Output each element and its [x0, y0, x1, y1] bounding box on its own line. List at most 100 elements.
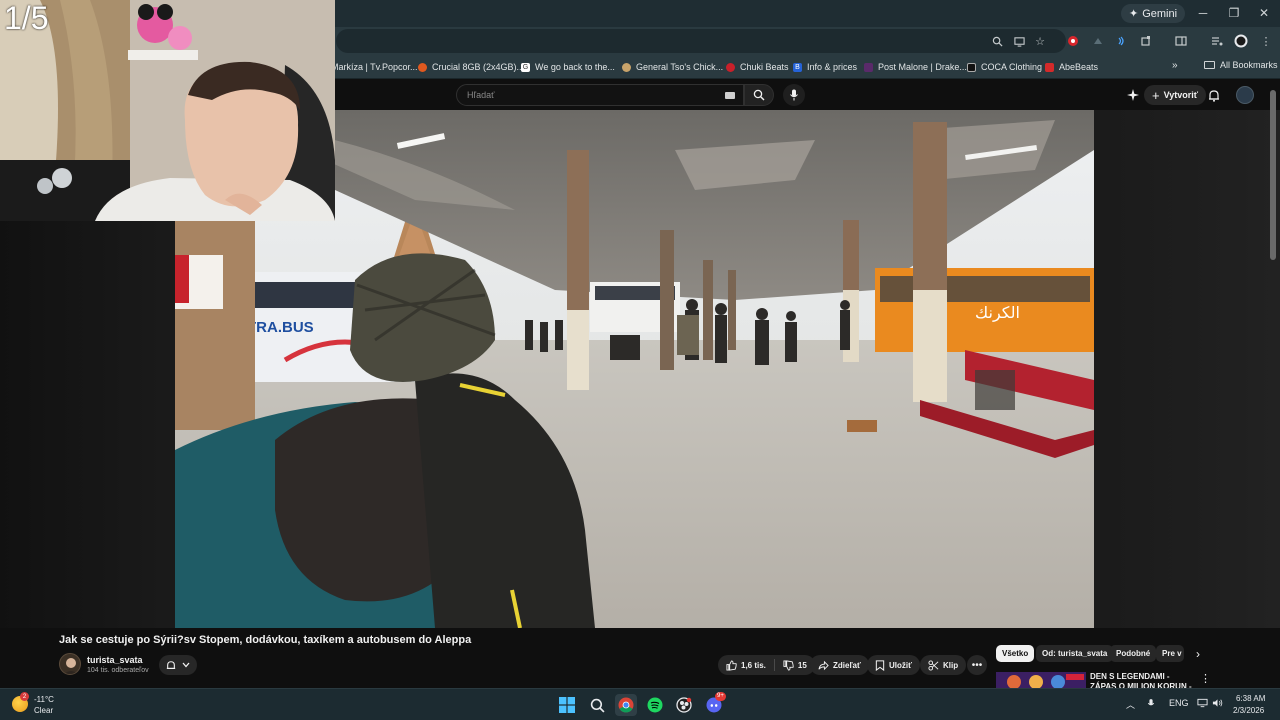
channel-avatar[interactable] — [59, 653, 81, 675]
language-indicator[interactable]: ENG — [1169, 698, 1189, 708]
search-button[interactable] — [744, 84, 774, 106]
clip-button[interactable]: Klip — [920, 655, 967, 675]
thumbs-up-icon — [726, 659, 737, 671]
webcam-overlay — [0, 0, 335, 221]
clip-label: Klip — [943, 660, 959, 670]
favicon-icon — [418, 62, 427, 72]
gemini-button[interactable]: ✦ Gemini — [1121, 4, 1186, 23]
favicon-icon — [726, 62, 735, 72]
tray-overflow-icon[interactable]: ︿ — [1126, 698, 1135, 711]
chevron-right-icon[interactable]: › — [1190, 646, 1206, 662]
restore-icon[interactable]: ❐ — [1224, 4, 1244, 22]
favicon-icon — [864, 62, 873, 72]
webcam-feed — [0, 0, 335, 221]
zoom-icon[interactable] — [990, 34, 1004, 48]
chevron-down-icon — [182, 662, 190, 668]
windows-start-icon[interactable] — [556, 694, 578, 716]
more-bookmarks-icon[interactable]: » — [1172, 60, 1178, 71]
close-icon[interactable]: ✕ — [1254, 4, 1274, 22]
save-button[interactable]: Uložiť — [867, 655, 920, 675]
keyboard-icon[interactable] — [725, 92, 735, 99]
install-app-icon[interactable] — [1012, 34, 1026, 48]
chrome-app-icon[interactable] — [615, 694, 637, 716]
all-bookmarks-label: All Bookmarks — [1220, 60, 1278, 70]
like-dislike-group: 1,6 tis. 15 — [718, 655, 815, 675]
subscriber-count: 104 tis. odberateľov — [87, 667, 149, 674]
bookmark-item[interactable]: AbeBeats — [1045, 60, 1098, 74]
star-bookmark-icon[interactable]: ☆ — [1033, 34, 1047, 48]
chip-all[interactable]: Všetko — [996, 645, 1035, 662]
favicon-icon: B — [793, 62, 802, 72]
extension-icon[interactable] — [1091, 34, 1105, 48]
bookmark-item[interactable]: Post Malone | Drake... — [864, 60, 967, 74]
account-avatar[interactable] — [1236, 86, 1254, 104]
microphone-icon — [790, 89, 798, 101]
recommended-thumbnail[interactable] — [996, 672, 1086, 688]
media-controls-icon[interactable] — [1210, 34, 1224, 48]
thumbs-down-icon — [783, 659, 794, 671]
gemini-label: Gemini — [1142, 7, 1178, 20]
bookmark-item[interactable]: General Tso's Chick... — [622, 60, 723, 74]
chip-for-you[interactable]: Pre v — [1156, 645, 1184, 662]
page-scrollbar[interactable] — [1270, 90, 1276, 260]
bookmark-item[interactable]: COCA Clothing — [967, 60, 1042, 74]
tray-mic-icon[interactable] — [1147, 698, 1155, 711]
bookmark-item[interactable]: Chuki Beats — [726, 60, 789, 74]
clock-date[interactable]: 2/3/2026 — [1233, 706, 1264, 715]
chip-from-channel[interactable]: Od: turista_svata — [1036, 645, 1114, 662]
volume-icon[interactable] — [1212, 698, 1223, 710]
recommended-title[interactable]: DEN S LEGENDAMI - ZÁPAS O MILION KORUN -… — [1090, 672, 1195, 688]
google-icon: G — [521, 62, 530, 72]
profile-avatar-icon[interactable] — [1234, 34, 1248, 48]
obs-app-icon[interactable] — [673, 694, 695, 716]
plus-icon: + — [1152, 87, 1160, 103]
dislike-button[interactable]: 15 — [775, 655, 815, 675]
bookmark-item[interactable]: Markíza | Tv.Popcor... — [331, 60, 418, 74]
bookmark-label: Crucial 8GB (2x4GB)... — [432, 62, 525, 72]
subscribed-notifications-button[interactable] — [159, 655, 197, 675]
left-bus-text: TRA.BUS — [247, 319, 314, 336]
search-placeholder: Hľadať — [467, 90, 495, 100]
windows-taskbar: 2 -11°C Clear 9+ ︿ ENG 6:38 AM 2/3/2026 — [0, 688, 1280, 720]
save-label: Uložiť — [889, 660, 912, 670]
voice-search-button[interactable] — [783, 84, 805, 106]
more-actions-icon[interactable]: ••• — [967, 655, 987, 675]
chrome-menu-icon[interactable]: ⋮ — [1259, 34, 1273, 48]
clock-time[interactable]: 6:38 AM — [1236, 694, 1265, 703]
share-button[interactable]: Zdieľať — [810, 655, 869, 675]
bookmark-label: Info & prices — [807, 62, 858, 72]
like-count: 1,6 tis. — [741, 660, 766, 670]
chip-related[interactable]: Podobné — [1110, 645, 1157, 662]
bookmark-label: General Tso's Chick... — [636, 62, 724, 72]
address-bar[interactable] — [336, 29, 1066, 53]
recommended-menu-icon[interactable]: ⋮ — [1200, 672, 1211, 685]
puzzle-extensions-icon[interactable] — [1139, 34, 1153, 48]
create-button[interactable]: + Vytvoriť — [1144, 85, 1207, 105]
search-input[interactable]: Hľadať — [456, 84, 744, 106]
bookmark-item[interactable]: Crucial 8GB (2x4GB)... — [418, 60, 524, 74]
favicon-icon — [622, 62, 631, 72]
like-button[interactable]: 1,6 tis. — [718, 655, 774, 675]
bookmark-item[interactable]: G We go back to the... — [521, 60, 615, 74]
create-label: Vytvoriť — [1163, 90, 1199, 100]
bookmark-label: Markíza | Tv.Popcor... — [331, 62, 418, 72]
all-bookmarks-button[interactable]: All Bookmarks — [1204, 60, 1278, 70]
sparkle-ai-icon[interactable] — [1125, 87, 1141, 103]
search-icon — [753, 89, 765, 101]
spotify-app-icon[interactable] — [644, 694, 666, 716]
bookmark-label: AbeBeats — [1059, 62, 1099, 72]
right-bus-text: الكرنك — [975, 303, 1020, 323]
sparkle-icon: ✦ — [1129, 8, 1139, 20]
bell-icon — [166, 660, 176, 669]
favicon-icon — [1045, 62, 1054, 72]
taskbar-search-icon[interactable] — [586, 694, 608, 716]
extension-red-icon[interactable] — [1066, 34, 1080, 48]
bookmark-item[interactable]: B Info & prices — [793, 60, 857, 74]
minimize-icon[interactable]: ─ — [1193, 4, 1213, 22]
bookmark-icon — [875, 659, 885, 671]
channel-name[interactable]: turista_svata — [87, 655, 143, 665]
sound-extension-icon[interactable] — [1114, 34, 1128, 48]
notifications-bell-icon[interactable] — [1206, 87, 1222, 103]
network-icon[interactable] — [1197, 698, 1208, 710]
side-panel-icon[interactable] — [1174, 34, 1188, 48]
